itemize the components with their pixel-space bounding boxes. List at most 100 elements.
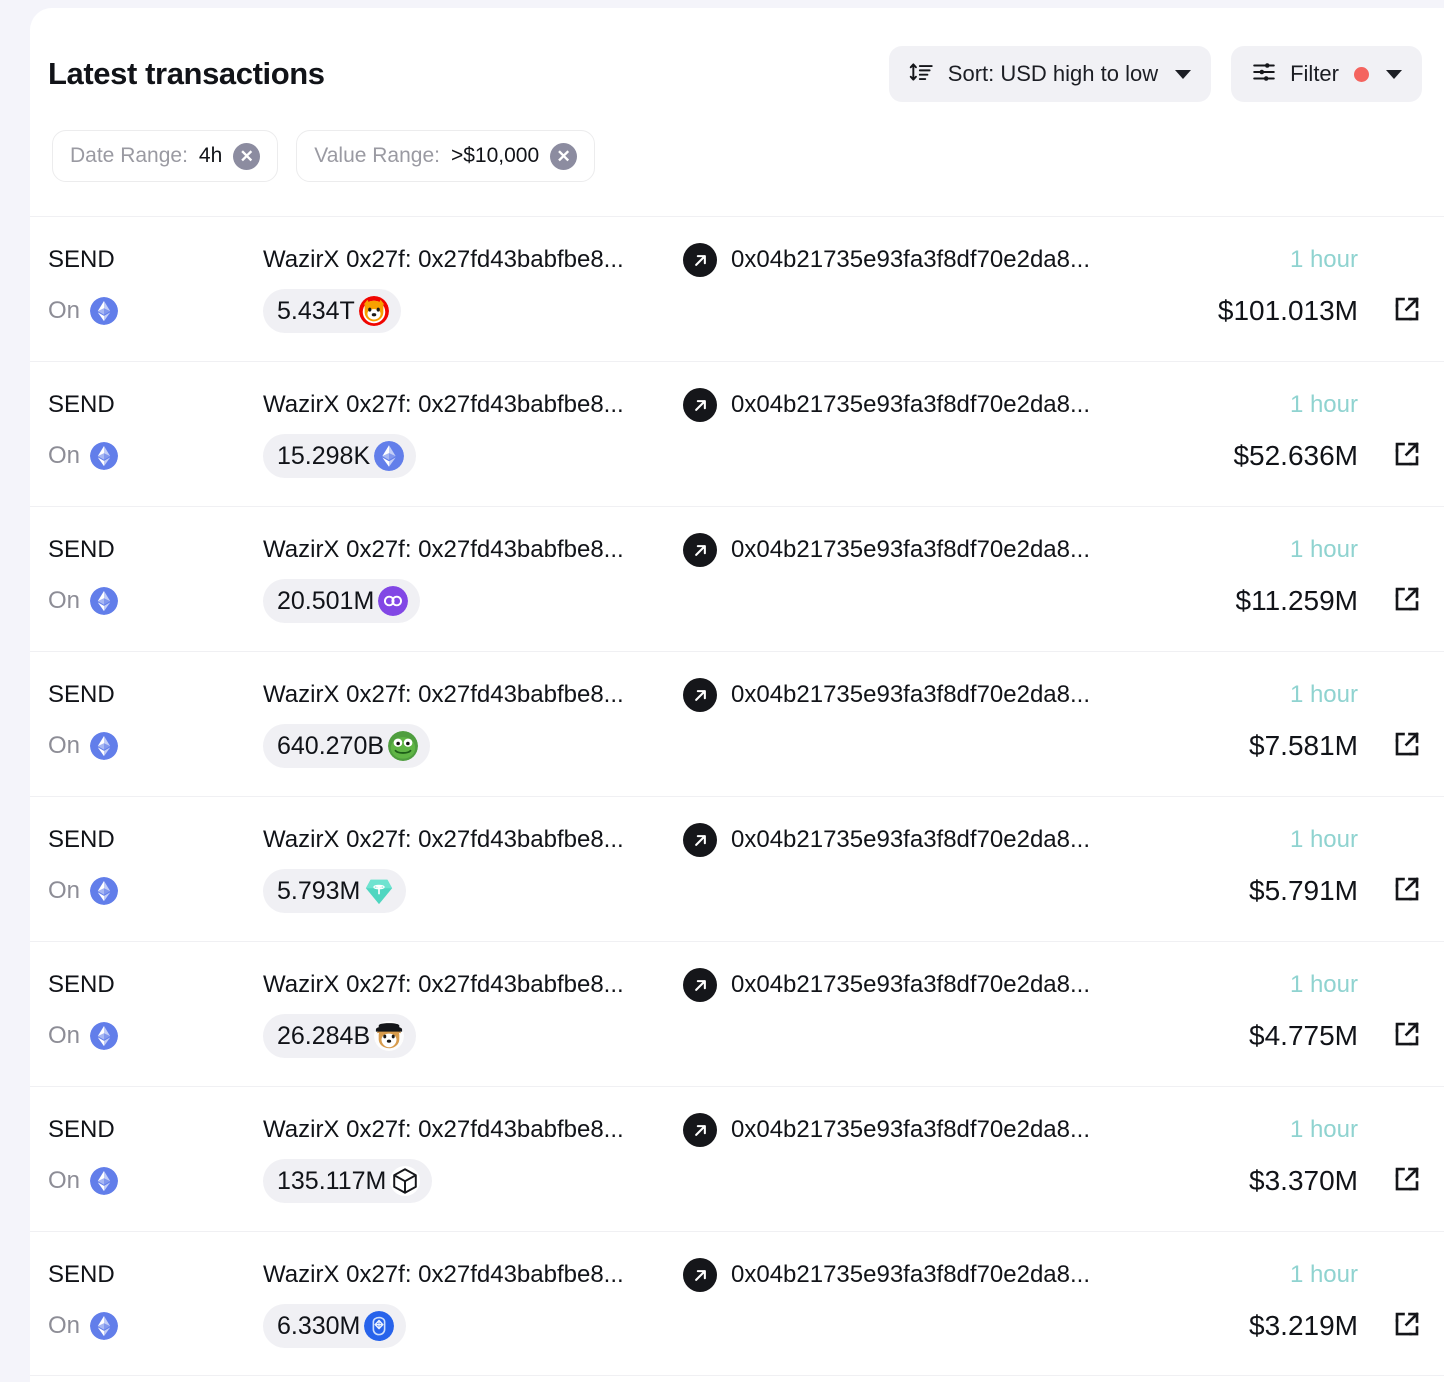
- from-address[interactable]: WazirX 0x27f: 0x27fd43babfbe8...: [263, 971, 624, 998]
- ethereum-chain-icon: [90, 297, 119, 325]
- amount-value: 26.284B: [277, 1021, 371, 1050]
- amount-pill[interactable]: 640.270B: [263, 724, 431, 768]
- external-link-icon[interactable]: [1392, 1164, 1422, 1199]
- transaction-time: 1 hour: [1289, 391, 1358, 418]
- chip-label: Value Range:: [314, 144, 440, 167]
- amount-pill[interactable]: 20.501M: [263, 579, 421, 623]
- from-address[interactable]: WazirX 0x27f: 0x27fd43babfbe8...: [263, 536, 624, 563]
- external-link-icon[interactable]: [1392, 1309, 1422, 1344]
- table-row[interactable]: SEND WazirX 0x27f: 0x27fd43babfbe8... 0x04…: [30, 796, 1444, 941]
- pepe-token-icon: [388, 731, 419, 761]
- to-address[interactable]: 0x04b21735e93fa3f8df70e2da8...: [731, 246, 1090, 273]
- from-address[interactable]: WazirX 0x27f: 0x27fd43babfbe8...: [263, 681, 624, 708]
- sliders-icon: [1251, 59, 1277, 90]
- close-circle-icon[interactable]: ✕: [550, 142, 578, 170]
- table-row[interactable]: SEND WazirX 0x27f: 0x27fd43babfbe8... 0x04…: [30, 216, 1444, 361]
- amount-pill[interactable]: 5.434T: [263, 289, 401, 333]
- filter-chip-value-range[interactable]: Value Range: >$10,000 ✕: [296, 130, 596, 182]
- page-title: Latest transactions: [48, 56, 325, 91]
- direction-arrow-icon: [683, 1113, 717, 1147]
- sort-button[interactable]: Sort: USD high to low: [888, 46, 1212, 102]
- transaction-time: 1 hour: [1289, 971, 1358, 998]
- chain-label: On: [48, 732, 81, 759]
- from-address[interactable]: WazirX 0x27f: 0x27fd43babfbe8...: [263, 246, 624, 273]
- table-row[interactable]: SEND WazirX 0x27f: 0x27fd43babfbe8... 0x04…: [30, 361, 1444, 506]
- table-row[interactable]: SEND WazirX 0x27f: 0x27fd43babfbe8... 0x04…: [30, 1086, 1444, 1231]
- usd-value: $101.013M: [1217, 295, 1358, 326]
- amount-value: 15.298K: [277, 441, 371, 470]
- filter-active-indicator-icon: [1354, 66, 1369, 82]
- table-row[interactable]: SEND WazirX 0x27f: 0x27fd43babfbe8... 0x04…: [30, 506, 1444, 651]
- chip-label: Date Range:: [70, 144, 188, 167]
- external-link-icon[interactable]: [1392, 439, 1422, 474]
- cube-token-icon: [390, 1166, 421, 1196]
- ethereum-chain-icon: [90, 587, 119, 615]
- ethereum-chain-icon: [90, 1167, 119, 1195]
- amount-value: 6.330M: [277, 1311, 361, 1340]
- external-link-icon[interactable]: [1392, 874, 1422, 909]
- direction-arrow-icon: [683, 823, 717, 857]
- from-address[interactable]: WazirX 0x27f: 0x27fd43babfbe8...: [263, 1116, 624, 1143]
- close-circle-icon[interactable]: ✕: [233, 142, 261, 170]
- transaction-time: 1 hour: [1289, 1261, 1358, 1288]
- chain-label: On: [48, 442, 81, 469]
- from-address[interactable]: WazirX 0x27f: 0x27fd43babfbe8...: [263, 1261, 624, 1288]
- external-link-icon[interactable]: [1392, 729, 1422, 764]
- direction-arrow-icon: [683, 533, 717, 567]
- floki-token-icon: [374, 1021, 405, 1051]
- from-address[interactable]: WazirX 0x27f: 0x27fd43babfbe8...: [263, 826, 624, 853]
- amount-value: 5.434T: [277, 296, 355, 325]
- transaction-time: 1 hour: [1289, 681, 1358, 708]
- transactions-list: SEND WazirX 0x27f: 0x27fd43babfbe8... 0x04…: [30, 216, 1444, 1376]
- amount-pill[interactable]: 26.284B: [263, 1014, 417, 1058]
- amount-value: 20.501M: [277, 586, 375, 615]
- from-address[interactable]: WazirX 0x27f: 0x27fd43babfbe8...: [263, 391, 624, 418]
- transaction-type: SEND: [48, 391, 115, 418]
- amount-pill[interactable]: 15.298K: [263, 434, 417, 478]
- amount-pill[interactable]: 135.117M: [263, 1159, 433, 1203]
- direction-arrow-icon: [683, 968, 717, 1002]
- transaction-type: SEND: [48, 1116, 115, 1143]
- transaction-type: SEND: [48, 681, 115, 708]
- chevron-down-icon: [1175, 69, 1192, 79]
- to-address[interactable]: 0x04b21735e93fa3f8df70e2da8...: [731, 826, 1090, 853]
- amount-pill[interactable]: 5.793M: [263, 869, 407, 913]
- table-row[interactable]: SEND WazirX 0x27f: 0x27fd43babfbe8... 0x04…: [30, 651, 1444, 796]
- table-row[interactable]: SEND WazirX 0x27f: 0x27fd43babfbe8... 0x04…: [30, 941, 1444, 1086]
- to-address[interactable]: 0x04b21735e93fa3f8df70e2da8...: [731, 391, 1090, 418]
- ethereum-chain-icon: [90, 877, 119, 905]
- chip-value: >$10,000: [450, 144, 540, 167]
- transaction-time: 1 hour: [1289, 246, 1358, 273]
- filter-chip-date-range[interactable]: Date Range: 4h ✕: [52, 130, 279, 182]
- card-header: Latest transactions Sort: USD high to lo…: [30, 8, 1444, 102]
- transaction-type: SEND: [48, 971, 115, 998]
- filter-button[interactable]: Filter: [1231, 46, 1422, 102]
- external-link-icon[interactable]: [1392, 584, 1422, 619]
- ethereum-chain-icon: [90, 1022, 119, 1050]
- to-address[interactable]: 0x04b21735e93fa3f8df70e2da8...: [731, 536, 1090, 563]
- amount-pill[interactable]: 6.330M: [263, 1304, 407, 1348]
- amount-value: 640.270B: [277, 731, 385, 760]
- usd-value: $4.775M: [1249, 1020, 1358, 1051]
- external-link-icon[interactable]: [1392, 294, 1422, 329]
- table-row[interactable]: SEND WazirX 0x27f: 0x27fd43babfbe8... 0x04…: [30, 1231, 1444, 1376]
- filter-button-label: Filter: [1290, 61, 1339, 86]
- to-address[interactable]: 0x04b21735e93fa3f8df70e2da8...: [731, 1261, 1090, 1288]
- transaction-time: 1 hour: [1289, 536, 1358, 563]
- transaction-type: SEND: [48, 1261, 115, 1288]
- usd-value: $3.370M: [1249, 1165, 1358, 1196]
- sort-button-label: Sort: USD high to low: [947, 61, 1159, 86]
- active-filter-chips: Date Range: 4h ✕ Value Range: >$10,000 ✕: [30, 102, 1444, 182]
- shiba-inu-token-icon: [358, 296, 389, 326]
- to-address[interactable]: 0x04b21735e93fa3f8df70e2da8...: [731, 1116, 1090, 1143]
- to-address[interactable]: 0x04b21735e93fa3f8df70e2da8...: [731, 971, 1090, 998]
- to-address[interactable]: 0x04b21735e93fa3f8df70e2da8...: [731, 681, 1090, 708]
- external-link-icon[interactable]: [1392, 1019, 1422, 1054]
- transaction-type: SEND: [48, 536, 115, 563]
- direction-arrow-icon: [683, 678, 717, 712]
- ethereum-chain-icon: [90, 732, 119, 760]
- transaction-time: 1 hour: [1289, 826, 1358, 853]
- latest-transactions-card: Latest transactions Sort: USD high to lo…: [30, 8, 1444, 1382]
- blue-token-token-icon: [364, 1311, 395, 1341]
- chain-label: On: [48, 1022, 81, 1049]
